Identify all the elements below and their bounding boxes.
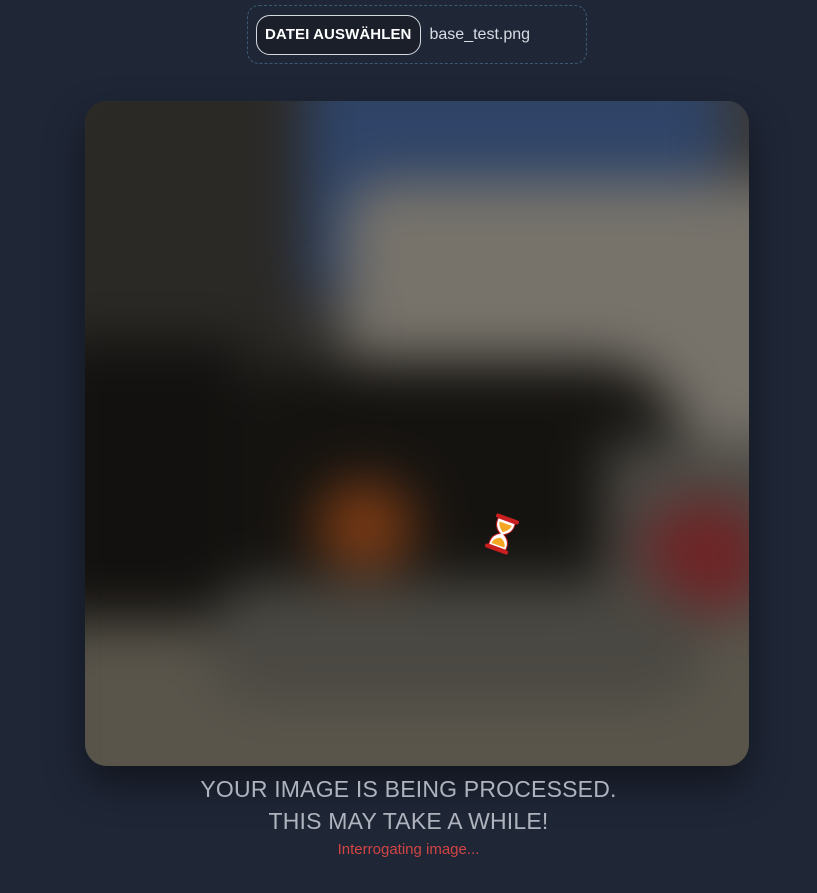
hourglass-icon [484,513,520,555]
status-line-2: THIS MAY TAKE A WHILE! [268,808,549,834]
selected-file-name: base_test.png [429,25,531,43]
status-line-1: YOUR IMAGE IS BEING PROCESSED. [200,776,617,802]
blurred-image [85,101,749,766]
image-preview [85,101,749,766]
file-picker[interactable]: DATEI AUSWÄHLEN base_test.png [247,5,587,64]
status-subtext: Interrogating image... [337,841,480,858]
choose-file-button[interactable]: DATEI AUSWÄHLEN [256,14,421,55]
page: DATEI AUSWÄHLEN base_test.png YOUR IMAGE… [0,0,817,893]
